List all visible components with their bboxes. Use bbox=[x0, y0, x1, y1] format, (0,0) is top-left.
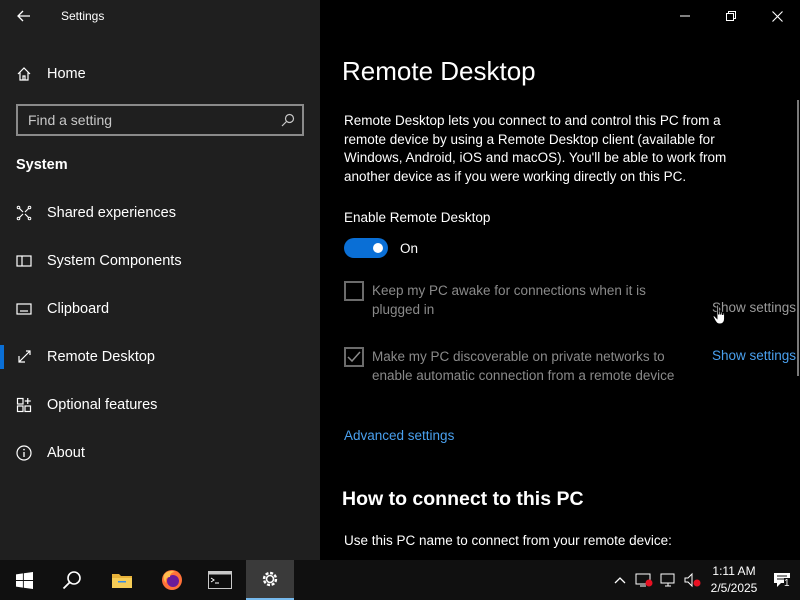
restore-button[interactable] bbox=[708, 0, 754, 32]
close-icon bbox=[771, 10, 783, 22]
sidebar-nav: Shared experiences System Components Cli… bbox=[0, 189, 320, 477]
file-explorer-button[interactable] bbox=[98, 560, 146, 600]
advanced-settings-link[interactable]: Advanced settings bbox=[344, 428, 454, 443]
sidebar-item-label: System Components bbox=[47, 253, 182, 269]
sidebar-item-about[interactable]: About bbox=[0, 429, 320, 477]
sidebar: Settings Home Find a setting System Shar… bbox=[0, 0, 320, 560]
page-title: Remote Desktop bbox=[342, 56, 536, 86]
app-title: Settings bbox=[61, 9, 105, 23]
network-icon[interactable] bbox=[656, 560, 680, 600]
window-controls bbox=[662, 0, 800, 32]
volume-icon[interactable] bbox=[680, 560, 704, 600]
taskbar: 1:11 AM 2/5/2025 1 bbox=[0, 560, 800, 600]
hand-cursor-icon bbox=[712, 304, 725, 325]
search-icon[interactable] bbox=[274, 113, 302, 127]
shared-experiences-icon bbox=[0, 205, 48, 221]
keep-awake-checkbox[interactable] bbox=[344, 281, 364, 301]
search-icon bbox=[62, 571, 81, 590]
monitor-status-icon bbox=[635, 573, 653, 587]
action-center-button[interactable]: 1 bbox=[764, 560, 800, 600]
system-components-icon bbox=[0, 254, 48, 268]
optional-features-icon bbox=[0, 397, 48, 413]
settings-app-button[interactable] bbox=[246, 560, 294, 600]
sidebar-item-label: Home bbox=[47, 66, 86, 82]
main-content: Remote Desktop Remote Desktop lets you c… bbox=[320, 0, 800, 560]
firefox-icon bbox=[162, 570, 182, 590]
remote-desktop-icon bbox=[0, 349, 48, 365]
start-icon bbox=[15, 571, 33, 589]
settings-gear-icon bbox=[262, 571, 278, 587]
clipboard-icon bbox=[0, 302, 48, 316]
toggle-knob bbox=[373, 243, 383, 253]
sidebar-item-optional-features[interactable]: Optional features bbox=[0, 381, 320, 429]
active-indicator bbox=[0, 345, 4, 369]
back-arrow-icon bbox=[17, 10, 30, 22]
network-status-icon bbox=[660, 573, 675, 587]
sidebar-item-label: Optional features bbox=[47, 397, 158, 413]
system-tray: 1:11 AM 2/5/2025 1 bbox=[608, 560, 800, 600]
toggle-state-label: On bbox=[400, 241, 419, 256]
restore-icon bbox=[726, 11, 736, 21]
back-button[interactable] bbox=[0, 0, 48, 32]
title-bar: Settings bbox=[0, 0, 320, 32]
info-icon bbox=[0, 445, 48, 461]
terminal-icon bbox=[208, 571, 232, 589]
sidebar-item-label: Remote Desktop bbox=[47, 349, 155, 365]
checkmark-icon bbox=[347, 351, 361, 363]
tray-app-icon[interactable] bbox=[632, 560, 656, 600]
notification-count: 1 bbox=[784, 578, 790, 589]
clock-time: 1:11 AM bbox=[712, 564, 756, 578]
scrollbar[interactable] bbox=[797, 100, 799, 376]
discoverable-show-settings-link[interactable]: Show settings bbox=[712, 348, 796, 363]
discoverable-checkbox[interactable] bbox=[344, 347, 364, 367]
sidebar-item-home[interactable]: Home bbox=[0, 56, 320, 92]
chevron-up-icon bbox=[614, 577, 626, 584]
keep-awake-label: Keep my PC awake for connections when it… bbox=[372, 283, 646, 317]
sidebar-item-label: Clipboard bbox=[47, 301, 110, 317]
minimize-button[interactable] bbox=[662, 0, 708, 32]
sidebar-item-shared-experiences[interactable]: Shared experiences bbox=[0, 189, 320, 237]
enable-remote-desktop-label: Enable Remote Desktop bbox=[344, 210, 491, 225]
connect-instructions: Use this PC name to connect from your re… bbox=[344, 533, 672, 548]
volume-muted-icon bbox=[684, 572, 701, 588]
sidebar-item-remote-desktop[interactable]: Remote Desktop bbox=[0, 333, 320, 381]
enable-remote-desktop-toggle[interactable] bbox=[344, 238, 388, 258]
page-description: Remote Desktop lets you connect to and c… bbox=[344, 113, 727, 184]
sidebar-item-clipboard[interactable]: Clipboard bbox=[0, 285, 320, 333]
file-explorer-icon bbox=[112, 574, 132, 588]
taskbar-clock[interactable]: 1:11 AM 2/5/2025 bbox=[704, 563, 764, 597]
firefox-button[interactable] bbox=[148, 560, 196, 600]
sidebar-item-label: Shared experiences bbox=[47, 205, 176, 221]
minimize-icon bbox=[680, 15, 690, 17]
terminal-button[interactable] bbox=[196, 560, 244, 600]
start-button[interactable] bbox=[0, 560, 48, 600]
search-input[interactable]: Find a setting bbox=[16, 104, 304, 136]
sidebar-item-label: About bbox=[47, 445, 85, 461]
sidebar-section-header: System bbox=[16, 157, 68, 173]
how-to-connect-heading: How to connect to this PC bbox=[342, 488, 584, 510]
search-placeholder: Find a setting bbox=[28, 112, 113, 128]
discoverable-label: Make my PC discoverable on private netwo… bbox=[372, 349, 675, 383]
close-button[interactable] bbox=[754, 0, 800, 32]
clock-date: 2/5/2025 bbox=[710, 581, 758, 595]
show-hidden-icons-button[interactable] bbox=[608, 560, 632, 600]
taskbar-search-button[interactable] bbox=[48, 560, 96, 600]
home-icon bbox=[0, 66, 48, 82]
sidebar-item-system-components[interactable]: System Components bbox=[0, 237, 320, 285]
